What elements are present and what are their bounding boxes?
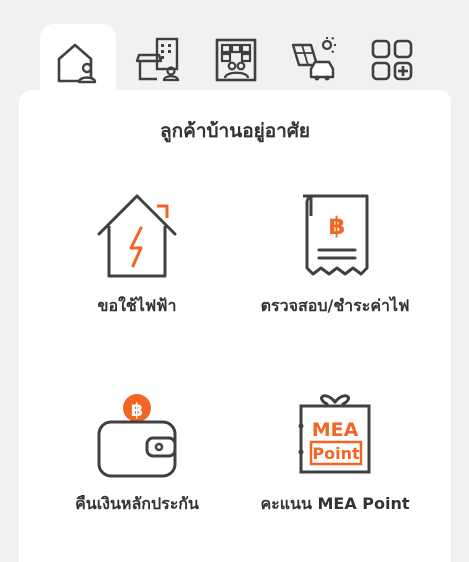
mea-point-gift-icon: MEA Point: [298, 394, 371, 474]
tab-energy[interactable]: [276, 24, 352, 96]
point-text: Point: [312, 444, 360, 463]
svg-text:฿: ฿: [131, 400, 144, 421]
panel-title: ลูกค้าบ้านอยู่อาศัย: [159, 120, 311, 142]
service-label: คืนเงินหลักประกัน: [75, 494, 199, 513]
apps-grid-plus-icon: [371, 39, 413, 81]
baht-receipt-icon: ฿: [303, 194, 369, 276]
tab-residential[interactable]: [40, 24, 116, 100]
service-label: ตรวจสอบ/ชำระค่าไฟ: [260, 296, 410, 315]
wallet-baht-icon: ฿: [97, 394, 177, 478]
tab-more[interactable]: [354, 24, 430, 96]
house-lightning-icon: [97, 194, 177, 278]
service-card-deposit-refund[interactable]: ฿ คืนเงินหลักประกัน: [29, 386, 245, 562]
office-building-people-icon: [215, 38, 257, 82]
category-tab-bar: [0, 0, 469, 100]
service-card-mea-point[interactable]: MEA Point คะแนน MEA Point: [227, 386, 443, 562]
house-person-icon: [57, 43, 97, 84]
service-card-bill-payment[interactable]: ฿ ตรวจสอบ/ชำระค่าไฟ: [227, 188, 443, 378]
service-card-electricity-request[interactable]: ขอใช้ไฟฟ้า: [29, 188, 245, 378]
svg-text:฿: ฿: [329, 212, 346, 240]
tab-office[interactable]: [198, 24, 274, 96]
mea-text: MEA: [312, 419, 359, 441]
service-panel: ลูกค้าบ้านอยู่อาศัย ขอใช้ไฟฟ้า ฿ ตรวจสอบ…: [19, 90, 451, 562]
service-label: คะแนน MEA Point: [260, 494, 410, 513]
service-label: ขอใช้ไฟฟ้า: [97, 296, 177, 315]
tab-business[interactable]: [120, 24, 196, 96]
shop-building-icon: [135, 37, 180, 82]
solar-ev-car-icon: [291, 36, 336, 81]
